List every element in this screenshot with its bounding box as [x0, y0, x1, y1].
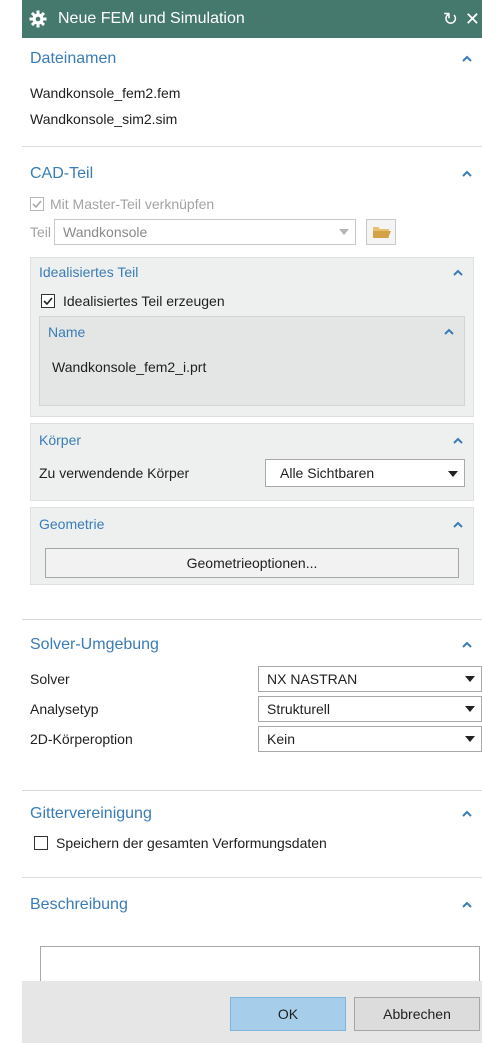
- save-deformation-label: Speichern der gesamten Verformungsdaten: [56, 835, 327, 851]
- section-header-beschreibung[interactable]: Beschreibung: [22, 890, 482, 920]
- section-header-gitter[interactable]: Gittervereinigung: [22, 799, 482, 829]
- panel-koerper: Körper Zu verwendende Körper Alle Sichtb…: [30, 423, 474, 501]
- panel-title: Geometrie: [39, 516, 105, 532]
- chevron-up-icon[interactable]: [460, 52, 474, 66]
- dropdown-arrow-icon: [339, 229, 349, 235]
- create-idealized-row: Idealisiertes Teil erzeugen: [31, 286, 473, 316]
- reset-icon[interactable]: ↻: [443, 9, 458, 29]
- panel-geometrie: Geometrie Geometrieoptionen...: [30, 507, 474, 585]
- solver-select[interactable]: NX NASTRAN: [258, 666, 482, 692]
- analysetyp-label: Analysetyp: [30, 701, 99, 717]
- dropdown-arrow-icon: [465, 736, 475, 742]
- teil-value: Wandkonsole: [63, 224, 148, 240]
- section-title: Dateinamen: [30, 50, 117, 67]
- koerper-label: Zu verwendende Körper: [39, 465, 190, 481]
- teil-select[interactable]: Wandkonsole: [54, 219, 356, 245]
- chevron-up-icon[interactable]: [460, 807, 474, 821]
- dropdown-arrow-icon: [465, 676, 475, 682]
- section-solver-umgebung: Solver-Umgebung Solver NX NASTRAN Analys…: [22, 630, 482, 791]
- chevron-up-icon[interactable]: [451, 518, 465, 532]
- teil-row: Teil Wandkonsole: [22, 217, 482, 247]
- save-deformation-row: Speichern der gesamten Verformungsdaten: [22, 829, 482, 857]
- name-panel: Name Wandkonsole_fem2_i.prt: [39, 316, 465, 406]
- section-title: Gittervereinigung: [30, 805, 152, 822]
- folder-icon: [373, 227, 391, 238]
- panel-header-idealisiert[interactable]: Idealisiertes Teil: [31, 258, 473, 286]
- master-link-label: Mit Master-Teil verknüpfen: [50, 196, 215, 212]
- section-cad-teil: CAD-Teil Mit Master-Teil verknüpfen Teil…: [22, 159, 482, 620]
- koerperoption-select[interactable]: Kein: [258, 726, 482, 752]
- koerperoption-label: 2D-Körperoption: [30, 731, 133, 747]
- dropdown-arrow-icon: [465, 706, 475, 712]
- koerperoption-row: 2D-Körperoption Kein: [22, 724, 482, 754]
- panel-title: Idealisiertes Teil: [39, 264, 139, 280]
- solver-value: NX NASTRAN: [267, 671, 358, 687]
- ok-button[interactable]: OK: [230, 997, 346, 1031]
- geometrieoptionen-button[interactable]: Geometrieoptionen...: [45, 548, 459, 578]
- panel-title: Körper: [39, 432, 82, 448]
- chevron-up-icon[interactable]: [460, 167, 474, 181]
- analysetyp-value: Strukturell: [267, 701, 331, 717]
- solver-label: Solver: [30, 671, 70, 687]
- koerper-select[interactable]: Alle Sichtbaren: [265, 459, 465, 487]
- gear-icon: [28, 9, 48, 29]
- panel-header-koerper[interactable]: Körper: [31, 424, 473, 456]
- create-idealized-checkbox[interactable]: [41, 294, 55, 308]
- open-folder-button[interactable]: [366, 219, 396, 245]
- background-strip: [0, 0, 22, 1043]
- idealized-part-name: Wandkonsole_fem2_i.prt: [52, 359, 207, 375]
- chevron-up-icon[interactable]: [442, 325, 456, 339]
- section-header-dateinamen[interactable]: Dateinamen: [22, 44, 482, 74]
- chevron-up-icon[interactable]: [451, 434, 465, 448]
- close-icon[interactable]: ✕: [465, 9, 480, 29]
- section-dateinamen: Dateinamen Wandkonsole_fem2.fem Wandkons…: [22, 44, 482, 147]
- koerper-row: Zu verwendende Körper Alle Sichtbaren: [31, 456, 473, 490]
- analysetyp-select[interactable]: Strukturell: [258, 696, 482, 722]
- file-name-fem: Wandkonsole_fem2.fem: [30, 85, 181, 101]
- analysetyp-row: Analysetyp Strukturell: [22, 694, 482, 724]
- cancel-button[interactable]: Abbrechen: [354, 997, 480, 1031]
- koerper-value: Alle Sichtbaren: [280, 465, 375, 481]
- section-title: CAD-Teil: [30, 165, 94, 182]
- section-title: Beschreibung: [30, 896, 128, 913]
- save-deformation-checkbox[interactable]: [34, 836, 48, 850]
- chevron-up-icon[interactable]: [460, 638, 474, 652]
- section-header-solver[interactable]: Solver-Umgebung: [22, 630, 482, 660]
- section-header-cad-teil[interactable]: CAD-Teil: [22, 159, 482, 189]
- panel-idealisiertes-teil: Idealisiertes Teil Idealisiertes Teil er…: [30, 257, 474, 417]
- title-bar: Neue FEM und Simulation ↻ ✕: [22, 0, 482, 38]
- name-header[interactable]: Name: [40, 317, 464, 347]
- dialog-footer: OK Abbrechen: [22, 981, 482, 1043]
- master-link-row: Mit Master-Teil verknüpfen: [22, 191, 482, 217]
- master-link-checkbox[interactable]: [30, 197, 44, 211]
- dialog: Neue FEM und Simulation ↻ ✕ Dateinamen W…: [22, 0, 482, 1043]
- window-title: Neue FEM und Simulation: [58, 10, 245, 27]
- section-title: Solver-Umgebung: [30, 636, 159, 653]
- create-idealized-label: Idealisiertes Teil erzeugen: [63, 293, 225, 309]
- koerperoption-value: Kein: [267, 731, 296, 747]
- chevron-up-icon[interactable]: [451, 266, 465, 280]
- dropdown-arrow-icon: [448, 471, 458, 477]
- panel-header-geometrie[interactable]: Geometrie: [31, 508, 473, 540]
- file-name-sim: Wandkonsole_sim2.sim: [30, 111, 178, 127]
- name-title: Name: [48, 324, 86, 340]
- chevron-up-icon[interactable]: [460, 898, 474, 912]
- teil-label: Teil: [30, 224, 52, 240]
- section-gittervereinigung: Gittervereinigung Speichern der gesamten…: [22, 799, 482, 878]
- solver-row: Solver NX NASTRAN: [22, 664, 482, 694]
